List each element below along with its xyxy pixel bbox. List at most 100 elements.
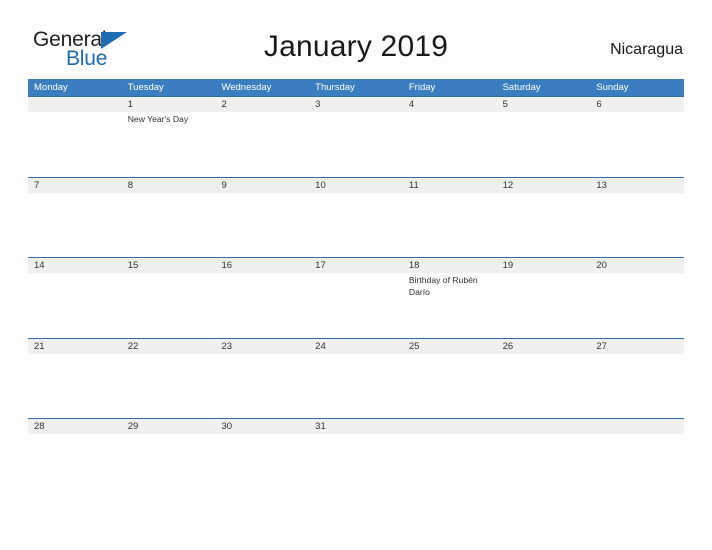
day-number[interactable]: 19 [497, 258, 591, 273]
day-number[interactable]: 1 [122, 97, 216, 112]
weekday-wednesday: Wednesday [221, 82, 272, 93]
day-cell[interactable] [403, 434, 497, 498]
day-number[interactable]: 12 [497, 178, 591, 193]
day-cell[interactable] [309, 273, 403, 337]
day-cell[interactable] [497, 193, 591, 257]
week-date-band: 28 29 30 31 [28, 419, 684, 434]
day-number[interactable]: 25 [403, 339, 497, 354]
calendar-week-row: 14 15 16 17 18 19 20 Birthday of Rubén D… [28, 257, 684, 338]
day-cell[interactable] [309, 112, 403, 176]
day-number[interactable]: 29 [122, 419, 216, 434]
day-number[interactable] [403, 419, 497, 434]
day-cell[interactable] [590, 434, 684, 498]
day-cell[interactable] [497, 273, 591, 337]
week-event-band: Birthday of Rubén Darío [28, 273, 684, 337]
day-cell[interactable] [403, 193, 497, 257]
day-number[interactable]: 22 [122, 339, 216, 354]
weekday-saturday: Saturday [502, 82, 541, 93]
day-number[interactable]: 13 [590, 178, 684, 193]
day-number[interactable] [590, 419, 684, 434]
day-cell[interactable] [28, 354, 122, 418]
calendar-week-row: 28 29 30 31 [28, 418, 684, 499]
weekday-header-row: Monday Tuesday Wednesday Thursday Friday… [28, 79, 684, 96]
day-number[interactable]: 9 [215, 178, 309, 193]
weekday-sunday: Sunday [596, 82, 629, 93]
day-cell[interactable] [590, 273, 684, 337]
calendar-week-row: 1 2 3 4 5 6 New Year's Day [28, 96, 684, 177]
calendar-page: General Blue January 2019 Nicaragua Mond… [0, 0, 712, 550]
day-number[interactable]: 8 [122, 178, 216, 193]
day-number[interactable]: 16 [215, 258, 309, 273]
day-number[interactable]: 7 [28, 178, 122, 193]
week-event-band: New Year's Day [28, 112, 684, 176]
day-cell[interactable] [122, 193, 216, 257]
day-number[interactable]: 20 [590, 258, 684, 273]
weekday-monday: Monday [34, 82, 68, 93]
day-cell[interactable] [403, 112, 497, 176]
week-date-band: 7 8 9 10 11 12 13 [28, 177, 684, 193]
day-number[interactable]: 30 [215, 419, 309, 434]
day-number[interactable]: 26 [497, 339, 591, 354]
day-cell[interactable] [215, 193, 309, 257]
day-number[interactable]: 6 [590, 97, 684, 112]
day-number[interactable]: 28 [28, 419, 122, 434]
day-cell[interactable] [590, 112, 684, 176]
day-number[interactable]: 14 [28, 258, 122, 273]
day-cell[interactable] [497, 434, 591, 498]
day-cell[interactable] [28, 273, 122, 337]
day-cell[interactable] [590, 354, 684, 418]
day-cell[interactable] [309, 434, 403, 498]
day-number[interactable]: 10 [309, 178, 403, 193]
day-cell[interactable] [309, 354, 403, 418]
day-cell[interactable] [215, 434, 309, 498]
day-number[interactable]: 24 [309, 339, 403, 354]
week-date-band: 14 15 16 17 18 19 20 [28, 258, 684, 273]
day-cell[interactable] [215, 112, 309, 176]
day-number[interactable]: 17 [309, 258, 403, 273]
weekday-thursday: Thursday [315, 82, 355, 93]
week-date-band: 21 22 23 24 25 26 27 [28, 338, 684, 354]
day-cell[interactable]: New Year's Day [122, 112, 216, 176]
calendar-week-row: 21 22 23 24 25 26 27 [28, 337, 684, 419]
day-number[interactable]: 23 [215, 339, 309, 354]
week-event-band [28, 192, 684, 257]
day-number[interactable]: 4 [403, 97, 497, 112]
day-cell[interactable] [122, 354, 216, 418]
calendar-grid: Monday Tuesday Wednesday Thursday Friday… [28, 79, 684, 499]
week-event-band [28, 434, 684, 498]
day-cell[interactable]: Birthday of Rubén Darío [403, 273, 497, 337]
day-cell[interactable] [590, 193, 684, 257]
day-number[interactable]: 31 [309, 419, 403, 434]
weekday-tuesday: Tuesday [127, 82, 164, 93]
page-title: January 2019 [263, 30, 449, 63]
day-number[interactable]: 2 [215, 97, 309, 112]
day-cell[interactable] [497, 354, 591, 418]
day-number[interactable]: 11 [403, 178, 497, 193]
day-number[interactable] [497, 419, 591, 434]
day-cell[interactable] [28, 193, 122, 257]
day-event: Birthday of Rubén Darío [408, 275, 478, 297]
day-cell[interactable] [122, 273, 216, 337]
calendar-week-row: 7 8 9 10 11 12 13 [28, 176, 684, 258]
weekday-friday: Friday [408, 82, 436, 93]
week-date-band: 1 2 3 4 5 6 [28, 97, 684, 112]
day-cell[interactable] [309, 193, 403, 257]
day-event: New Year's Day [127, 114, 189, 124]
day-number[interactable] [28, 97, 122, 112]
day-number[interactable]: 5 [497, 97, 591, 112]
day-number[interactable]: 21 [28, 339, 122, 354]
day-cell[interactable] [403, 354, 497, 418]
day-number[interactable]: 27 [590, 339, 684, 354]
day-number[interactable]: 15 [122, 258, 216, 273]
day-cell[interactable] [497, 112, 591, 176]
day-number[interactable]: 18 [403, 258, 497, 273]
day-cell[interactable] [215, 273, 309, 337]
week-event-band [28, 353, 684, 418]
page-header: General Blue January 2019 Nicaragua [0, 0, 712, 76]
country-label: Nicaragua [610, 41, 683, 58]
day-number[interactable]: 3 [309, 97, 403, 112]
day-cell[interactable] [28, 434, 122, 498]
day-cell[interactable] [28, 112, 122, 176]
day-cell[interactable] [215, 354, 309, 418]
day-cell[interactable] [122, 434, 216, 498]
